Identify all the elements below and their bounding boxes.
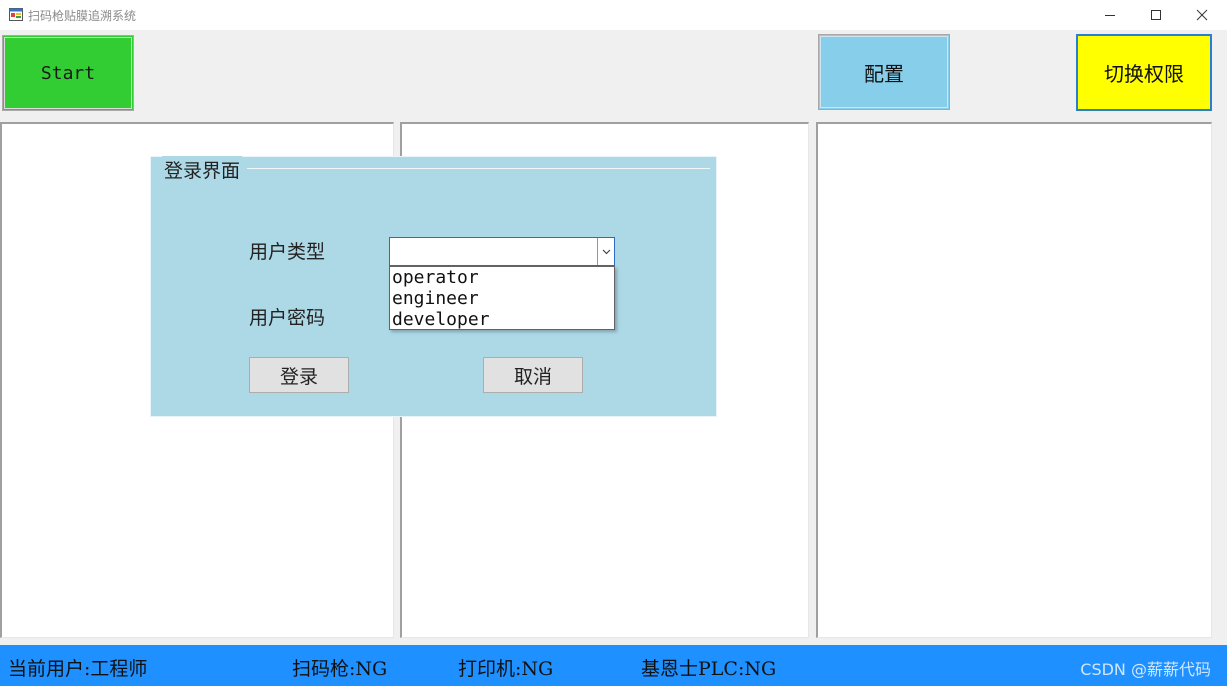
status-bar: 当前用户:工程师 扫码枪:NG 打印机:NG 基恩士PLC:NG CSDN @薪… — [0, 645, 1227, 686]
dropdown-option-developer[interactable]: developer — [390, 309, 614, 330]
password-label: 用户密码 — [249, 307, 326, 329]
chevron-down-icon — [602, 249, 610, 254]
start-button[interactable]: Start — [2, 35, 134, 111]
cancel-button[interactable]: 取消 — [483, 357, 583, 393]
window-title: 扫码枪贴膜追溯系统 — [28, 9, 137, 23]
combobox-toggle[interactable] — [597, 238, 614, 265]
login-dialog-title: 登录界面 — [162, 156, 243, 183]
right-panel — [816, 122, 1212, 638]
maximize-button[interactable] — [1133, 0, 1179, 30]
title-bar: 扫码枪贴膜追溯系统 — [0, 0, 1227, 30]
current-user-status: 当前用户:工程师 — [8, 658, 148, 680]
scanner-status: 扫码枪:NG — [292, 658, 388, 680]
switch-permission-button[interactable]: 切换权限 — [1076, 34, 1212, 111]
app-window-icon — [9, 8, 23, 21]
user-type-dropdown: operator engineer developer — [389, 266, 615, 330]
watermark-text: CSDN @薪薪代码 — [1080, 660, 1211, 679]
plc-status: 基恩士PLC:NG — [641, 658, 777, 680]
dropdown-option-engineer[interactable]: engineer — [390, 288, 614, 309]
user-type-label: 用户类型 — [249, 241, 326, 263]
minimize-icon — [1105, 15, 1115, 16]
close-button[interactable] — [1179, 0, 1225, 30]
close-icon — [1196, 9, 1208, 21]
user-type-combobox[interactable] — [389, 237, 615, 266]
config-button[interactable]: 配置 — [818, 34, 950, 110]
minimize-button[interactable] — [1087, 0, 1133, 30]
maximize-icon — [1151, 10, 1161, 20]
printer-status: 打印机:NG — [458, 658, 554, 680]
login-button[interactable]: 登录 — [249, 357, 349, 393]
dropdown-option-operator[interactable]: operator — [390, 267, 614, 288]
login-dialog-divider — [247, 168, 710, 169]
login-dialog: 登录界面 用户类型 operator engineer developer 用户… — [150, 156, 717, 417]
